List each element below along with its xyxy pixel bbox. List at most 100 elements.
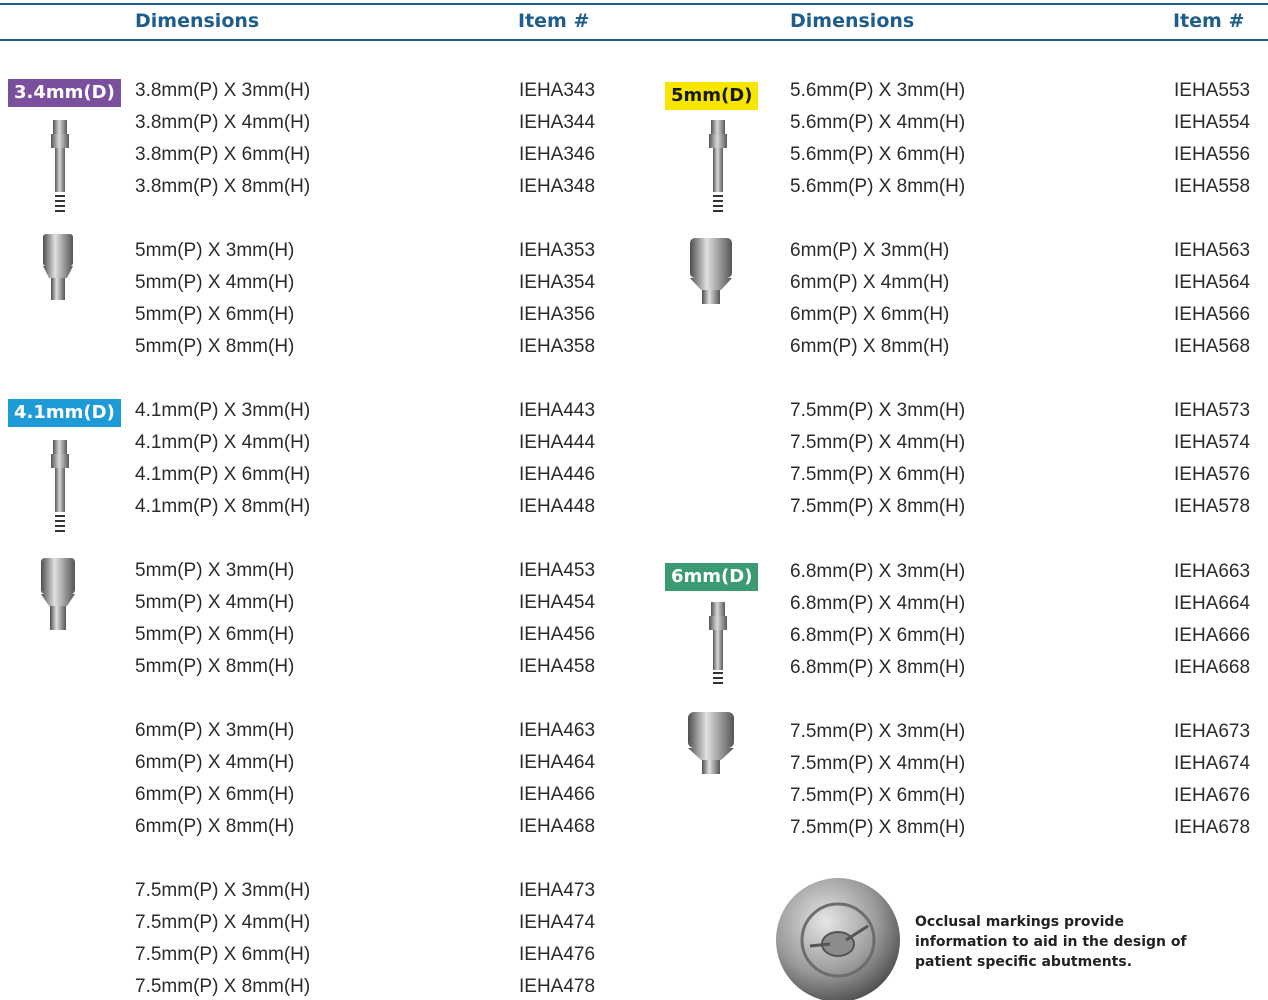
item-number-cell: IEHA566 (1174, 304, 1251, 325)
item-number-cell: IEHA673 (1174, 721, 1251, 742)
item-number-cell: IEHA468 (519, 816, 596, 837)
right-dimensions-header: Dimensions (790, 10, 915, 32)
dimension-cell: 5mm(P) X 6mm(H) (135, 304, 295, 325)
occlusal-view-image (776, 878, 900, 1000)
dimension-cell: 6.8mm(P) X 3mm(H) (790, 561, 966, 582)
item-number-cell: IEHA453 (519, 560, 596, 581)
narrow-abutment-image (51, 440, 69, 532)
dimension-cell: 6mm(P) X 8mm(H) (135, 816, 295, 837)
occlusal-caption: Occlusal markings provide information to… (915, 914, 1187, 970)
item-number-cell: IEHA344 (519, 112, 596, 133)
narrow-abutment-image (709, 602, 727, 684)
dimension-cell: 7.5mm(P) X 6mm(H) (790, 464, 966, 485)
dimension-cell: 4.1mm(P) X 6mm(H) (135, 464, 311, 485)
dimension-cell: 5mm(P) X 4mm(H) (135, 592, 295, 613)
header-bottom-rule (0, 39, 1268, 41)
dimension-cell: 6.8mm(P) X 8mm(H) (790, 657, 966, 678)
item-number-cell: IEHA456 (519, 624, 596, 645)
dimension-cell: 7.5mm(P) X 8mm(H) (135, 976, 311, 997)
dimension-cell: 7.5mm(P) X 3mm(H) (790, 400, 966, 421)
item-number-cell: IEHA553 (1174, 80, 1251, 101)
item-number-cell: IEHA574 (1174, 432, 1251, 453)
dimension-cell: 5.6mm(P) X 4mm(H) (790, 112, 966, 133)
wide-abutment-image (41, 558, 75, 630)
item-number-cell: IEHA473 (519, 880, 596, 901)
item-number-cell: IEHA664 (1174, 593, 1251, 614)
item-number-cell: IEHA348 (519, 176, 596, 197)
dimension-cell: 6mm(P) X 6mm(H) (135, 784, 295, 805)
item-number-cell: IEHA444 (519, 432, 596, 453)
dimension-cell: 6mm(P) X 3mm(H) (135, 720, 295, 741)
item-number-cell: IEHA458 (519, 656, 596, 677)
dimension-cell: 7.5mm(P) X 4mm(H) (790, 432, 966, 453)
dimension-cell: 5mm(P) X 4mm(H) (135, 272, 295, 293)
dimension-cell: 7.5mm(P) X 6mm(H) (135, 944, 311, 965)
item-number-cell: IEHA478 (519, 976, 596, 997)
item-number-cell: IEHA556 (1174, 144, 1251, 165)
item-number-cell: IEHA474 (519, 912, 596, 933)
dimension-cell: 5.6mm(P) X 6mm(H) (790, 144, 966, 165)
item-number-cell: IEHA446 (519, 464, 596, 485)
item-number-cell: IEHA476 (519, 944, 596, 965)
item-number-cell: IEHA354 (519, 272, 596, 293)
item-number-cell: IEHA454 (519, 592, 596, 613)
item-number-cell: IEHA668 (1174, 657, 1251, 678)
wide-abutment-image (690, 238, 732, 304)
dimension-cell: 3.8mm(P) X 4mm(H) (135, 112, 311, 133)
dimension-cell: 6mm(P) X 4mm(H) (135, 752, 295, 773)
item-number-cell: IEHA464 (519, 752, 596, 773)
dimension-cell: 5.6mm(P) X 3mm(H) (790, 80, 966, 101)
wide-abutment-image (688, 712, 734, 774)
item-number-cell: IEHA678 (1174, 817, 1251, 838)
wide-abutment-image (43, 234, 73, 300)
item-number-cell: IEHA353 (519, 240, 596, 261)
item-number-cell: IEHA448 (519, 496, 596, 517)
narrow-abutment-image (51, 120, 69, 212)
right-item-header: Item # (1173, 10, 1245, 32)
item-number-cell: IEHA568 (1174, 336, 1251, 357)
item-number-cell: IEHA554 (1174, 112, 1251, 133)
badge-4-1mm-d: 4.1mm(D) (8, 399, 121, 427)
item-number-cell: IEHA443 (519, 400, 596, 421)
dimension-cell: 4.1mm(P) X 4mm(H) (135, 432, 311, 453)
badge-3-4mm-d: 3.4mm(D) (8, 79, 121, 107)
item-number-cell: IEHA676 (1174, 785, 1251, 806)
dimension-cell: 5mm(P) X 8mm(H) (135, 656, 295, 677)
item-number-cell: IEHA358 (519, 336, 596, 357)
dimension-cell: 6mm(P) X 8mm(H) (790, 336, 950, 357)
dimension-cell: 3.8mm(P) X 6mm(H) (135, 144, 311, 165)
dimension-cell: 7.5mm(P) X 8mm(H) (790, 817, 966, 838)
badge-5mm-d: 5mm(D) (665, 82, 759, 110)
item-number-cell: IEHA356 (519, 304, 596, 325)
dimension-cell: 4.1mm(P) X 8mm(H) (135, 496, 311, 517)
dimension-cell: 6mm(P) X 4mm(H) (790, 272, 950, 293)
dimension-cell: 7.5mm(P) X 4mm(H) (135, 912, 311, 933)
dimension-cell: 7.5mm(P) X 3mm(H) (790, 721, 966, 742)
item-number-cell: IEHA463 (519, 720, 596, 741)
dimension-cell: 7.5mm(P) X 6mm(H) (790, 785, 966, 806)
dimension-cell: 7.5mm(P) X 8mm(H) (790, 496, 966, 517)
dimension-cell: 3.8mm(P) X 8mm(H) (135, 176, 311, 197)
narrow-abutment-image (709, 120, 727, 212)
item-number-cell: IEHA466 (519, 784, 596, 805)
item-number-cell: IEHA578 (1174, 496, 1251, 517)
item-number-cell: IEHA663 (1174, 561, 1251, 582)
dimension-cell: 7.5mm(P) X 4mm(H) (790, 753, 966, 774)
dimension-cell: 5mm(P) X 8mm(H) (135, 336, 295, 357)
dimension-cell: 5mm(P) X 3mm(H) (135, 560, 295, 581)
dimension-cell: 6mm(P) X 3mm(H) (790, 240, 950, 261)
dimension-cell: 6mm(P) X 6mm(H) (790, 304, 950, 325)
dimension-cell: 7.5mm(P) X 3mm(H) (135, 880, 311, 901)
item-number-cell: IEHA573 (1174, 400, 1251, 421)
left-item-header: Item # (518, 10, 590, 32)
dimension-cell: 4.1mm(P) X 3mm(H) (135, 400, 311, 421)
badge-6mm-d: 6mm(D) (665, 563, 759, 591)
item-number-cell: IEHA558 (1174, 176, 1251, 197)
item-number-cell: IEHA674 (1174, 753, 1251, 774)
left-dimensions-header: Dimensions (135, 10, 260, 32)
item-number-cell: IEHA564 (1174, 272, 1251, 293)
item-number-cell: IEHA343 (519, 80, 596, 101)
dimension-cell: 5mm(P) X 3mm(H) (135, 240, 295, 261)
item-number-cell: IEHA576 (1174, 464, 1251, 485)
item-number-cell: IEHA666 (1174, 625, 1251, 646)
